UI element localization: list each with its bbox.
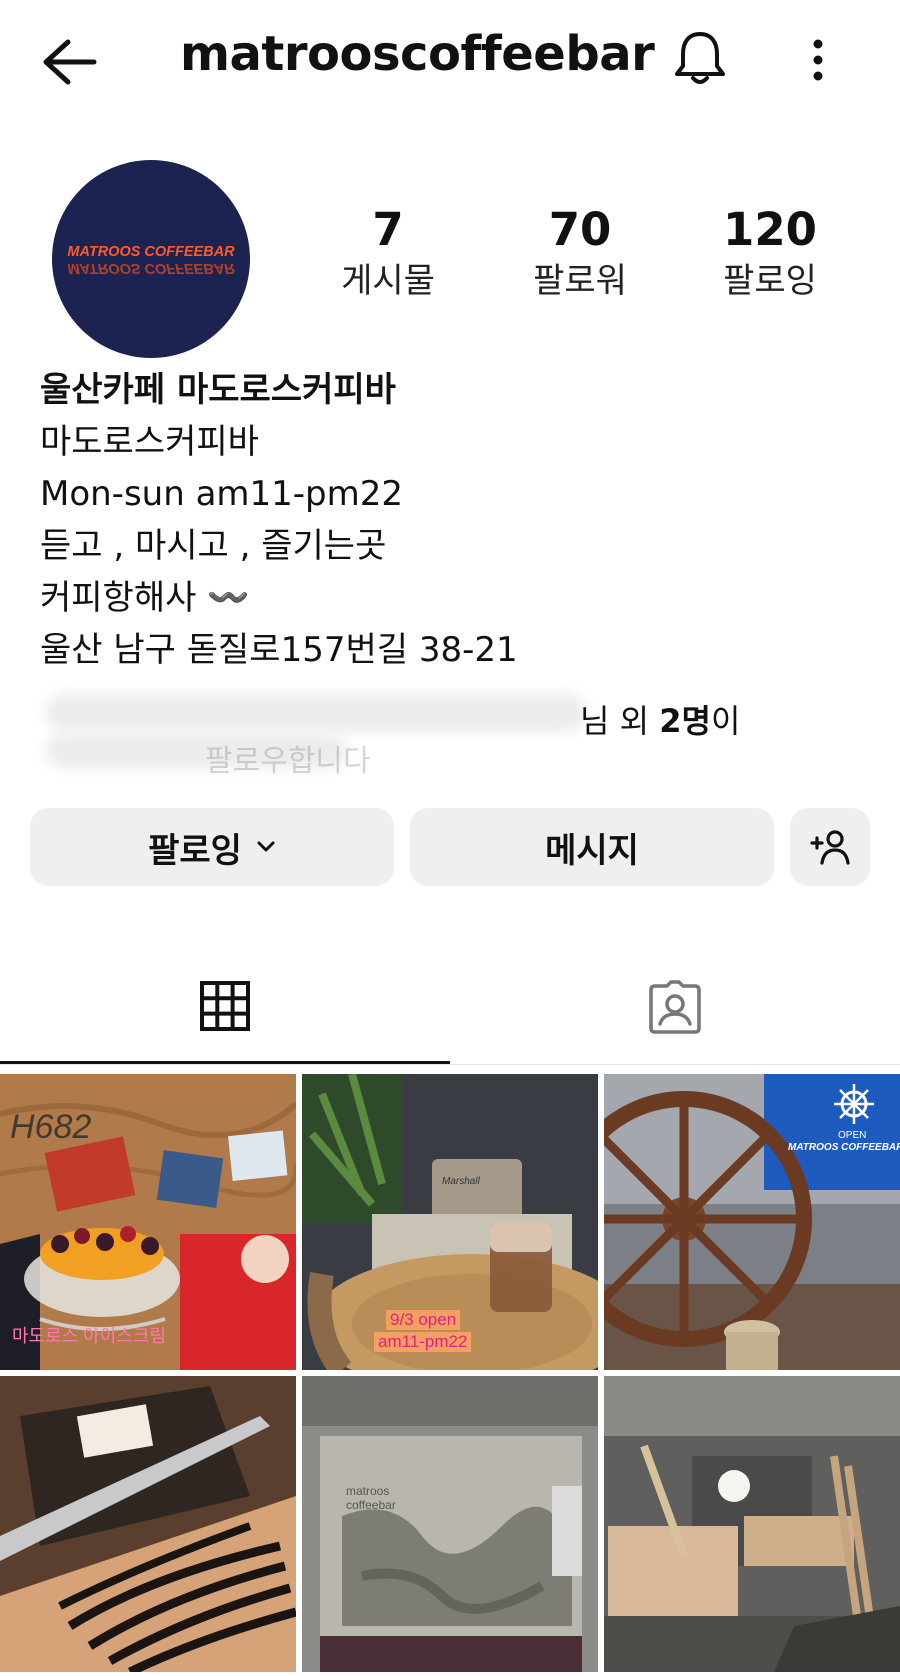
profile-username: matrooscoffeebar (180, 26, 655, 82)
bell-icon (675, 32, 725, 84)
post-thumbnail[interactable] (604, 1376, 900, 1672)
post-thumbnail[interactable] (0, 1376, 296, 1672)
tagged-person-icon (649, 980, 701, 1034)
post-caption: OPEN (838, 1130, 867, 1141)
post-caption: MATROOS COFFEEBAR (788, 1142, 900, 1153)
message-button[interactable]: 메시지 (410, 808, 774, 886)
avatar-logo-text: MATROOS COFFEEBAR (67, 244, 235, 260)
stat-posts-label: 게시물 (341, 260, 435, 301)
post-thumbnail[interactable]: OPEN MATROOS COFFEEBAR (604, 1074, 900, 1370)
message-button-label: 메시지 (545, 830, 639, 871)
grid-icon (200, 980, 250, 1031)
bio-line: 듣고 , 마시고 , 즐기는곳 (40, 526, 387, 566)
more-vertical-icon (813, 39, 823, 81)
post-brand-text: Marshall (442, 1176, 480, 1187)
following-button-label: 팔로잉 (148, 830, 242, 871)
stat-followers-count: 70 (548, 203, 612, 256)
avatar-logo-reflection: MATROOS COFFEEBAR (67, 260, 235, 276)
post-caption: coffeebar (346, 1498, 396, 1512)
notifications-button[interactable] (672, 28, 728, 90)
add-user-icon (810, 830, 850, 865)
redacted-usernames (46, 694, 586, 732)
bio-name: 울산카페 마도로스커피바 (40, 370, 396, 410)
profile-avatar[interactable]: MATROOS COFFEEBAR MATROOS COFFEEBAR (52, 160, 250, 358)
stat-following-count: 120 (723, 203, 817, 256)
more-options-button[interactable] (800, 36, 836, 84)
post-handwriting: H682 (10, 1108, 92, 1146)
stat-posts-count: 7 (372, 203, 404, 256)
bio-line: Mon-sun am11-pm22 (40, 474, 404, 514)
followed-by-row[interactable]: 님 외 2명이 팔로우합니다 (40, 690, 870, 779)
post-image (302, 1376, 598, 1672)
followed-by-subtext: 팔로우합니다 (205, 744, 371, 779)
following-button[interactable]: 팔로잉 (30, 808, 394, 886)
post-caption: am11-pm22 (374, 1332, 472, 1352)
post-caption: matroos (346, 1484, 390, 1498)
post-caption: 마도로스 아이스크림 (12, 1326, 167, 1346)
post-thumbnail[interactable]: matroos coffeebar (302, 1376, 598, 1672)
bio-address[interactable]: 울산 남구 돋질로157번길 38-21 (40, 624, 870, 676)
ship-wheel-icon (834, 1084, 874, 1124)
post-thumbnail[interactable]: H682 마도로스 아이스크림 (0, 1074, 296, 1370)
stat-following-label: 팔로잉 (723, 260, 817, 301)
followed-by-text: 님 외 2명이 (580, 702, 741, 740)
bio-line: 마도로스커피바 (40, 422, 259, 462)
tab-posts-grid[interactable] (0, 950, 450, 1064)
back-button[interactable] (38, 36, 102, 88)
chevron-down-icon (257, 841, 275, 852)
profile-header: matrooscoffeebar (0, 0, 900, 120)
post-image (604, 1376, 900, 1672)
arrow-left-icon (43, 39, 97, 85)
stat-followers[interactable]: 70 팔로워 (500, 205, 660, 301)
tab-tagged[interactable] (450, 950, 900, 1064)
post-image (0, 1376, 296, 1672)
profile-bio: 울산카페 마도로스커피바 마도로스커피바 Mon-sun am11-pm22 듣… (40, 364, 870, 676)
stat-followers-label: 팔로워 (533, 260, 627, 301)
post-caption: 9/3 open (386, 1310, 461, 1330)
post-thumbnail[interactable]: 9/3 open am11-pm22 Marshall (302, 1074, 598, 1370)
stat-posts[interactable]: 7 게시물 (308, 205, 468, 301)
stat-following[interactable]: 120 팔로잉 (690, 205, 850, 301)
bio-line: 커피항해사 〰️ (40, 578, 250, 618)
tab-divider (0, 1064, 900, 1065)
suggest-users-button[interactable] (790, 808, 870, 886)
